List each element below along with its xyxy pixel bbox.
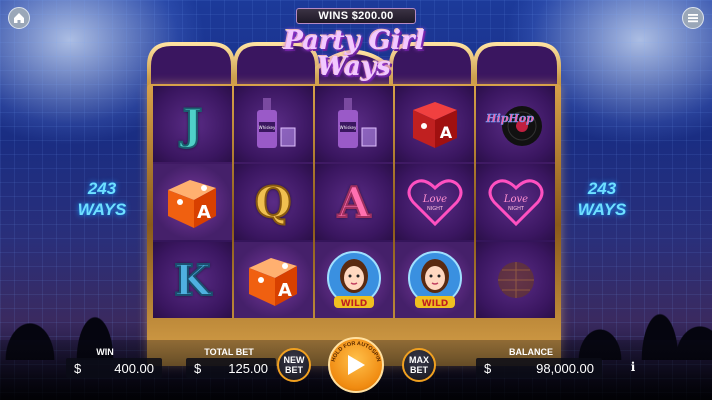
heart-text: Love (422, 194, 447, 205)
ways-count: 243 (587, 179, 617, 198)
symbol-a: A (314, 164, 394, 240)
dice-letter: A (440, 123, 453, 142)
slot-machine: J A K Whiskey Q A Whiskey A WILD A Love … (147, 28, 561, 366)
new-bet-button[interactable]: NEW BET (277, 348, 311, 382)
reel-4: A Love NIGHT WILD (395, 86, 475, 318)
reel-1: J A K (153, 86, 232, 318)
wins-display: WINS $200.00 (296, 8, 416, 24)
svg-text:HOLD FOR AUTOSPIN: HOLD FOR AUTOSPIN (331, 341, 382, 363)
vinyl-label: HipHop (485, 112, 534, 125)
game-title: Party Girl Ways (247, 28, 461, 98)
dice-icon: A (249, 258, 298, 306)
new-bet-line-2: BET (285, 365, 303, 375)
home-icon (14, 13, 24, 23)
bottle-icon: Whiskey (257, 98, 296, 148)
reel-3: Whiskey A WILD (314, 86, 394, 318)
balance-label: BALANCE (509, 347, 553, 357)
symbol-q: Q (233, 164, 313, 240)
ways-badge-right: 243 WAYS (570, 178, 634, 220)
heart-icon: Love NIGHT (488, 179, 544, 227)
heart-text: Love (502, 194, 527, 205)
balance-display: $ 98,000.00 (476, 358, 602, 378)
info-button[interactable]: i (626, 360, 640, 374)
balance-value: 98,000.00 (536, 360, 594, 376)
symbol-dice: A (233, 242, 313, 318)
dice-icon: A (412, 102, 457, 148)
hold-autospin-label: HOLD FOR AUTOSPIN (331, 341, 382, 363)
ways-count: 243 (87, 179, 117, 198)
symbol-heart: Love NIGHT (476, 164, 555, 240)
bottle-label: Whiskey (259, 125, 276, 130)
vinyl-record-icon: HipHop (484, 106, 542, 146)
win-display: $ 400.00 (66, 358, 162, 378)
total-bet-display: $ 125.00 (186, 358, 276, 378)
symbol-j-label: J (181, 99, 203, 150)
wild-girl-icon: WILD (326, 251, 381, 309)
new-bet-line-1: NEW (283, 355, 305, 365)
menu-icon (688, 14, 698, 23)
win-value: 400.00 (114, 360, 154, 376)
bottle-icon: Whiskey (337, 98, 377, 148)
symbol-j: J (153, 86, 232, 162)
symbol-wild: WILD (314, 242, 394, 318)
menu-button[interactable] (682, 7, 704, 29)
wild-girl-icon: WILD (407, 251, 462, 309)
symbol-disco (476, 242, 555, 318)
symbol-vinyl: HipHop (476, 86, 555, 162)
home-button[interactable] (8, 7, 30, 29)
heart-icon: Love NIGHT (407, 179, 463, 227)
symbol-dice: A (153, 164, 232, 240)
max-bet-line-1: MAX (409, 355, 429, 365)
ways-text: WAYS (77, 200, 127, 219)
bottle-label: Whiskey (340, 125, 357, 130)
dice-letter: A (278, 280, 292, 301)
symbol-q-label: Q (254, 177, 293, 228)
reel-2: Whiskey Q A (233, 86, 313, 318)
symbol-a-label: A (337, 177, 372, 228)
balance-currency: $ (484, 360, 492, 376)
reel-5: HipHop Love NIGHT (476, 86, 555, 318)
dice-letter: A (197, 202, 211, 223)
max-bet-button[interactable]: MAX BET (402, 348, 436, 382)
bet-value: 125.00 (228, 360, 268, 376)
disco-ball-icon (497, 262, 534, 298)
dice-icon: A (168, 180, 217, 228)
wild-label: WILD (341, 299, 367, 309)
wild-label: WILD (422, 299, 448, 309)
hold-text: HOLD FOR AUTOSPIN (331, 341, 382, 363)
symbol-heart: Love NIGHT (395, 164, 475, 240)
win-currency: $ (74, 360, 82, 376)
symbol-k: K (153, 242, 232, 318)
heart-subtext: NIGHT (508, 206, 525, 212)
title-line-2: Ways (317, 52, 391, 82)
symbol-wild: WILD (395, 242, 475, 318)
symbol-k-label: K (173, 255, 211, 306)
reel-grid: J A K Whiskey Q A Whiskey A WILD A Love … (153, 86, 555, 318)
max-bet-line-2: BET (410, 365, 428, 375)
bet-currency: $ (194, 360, 202, 376)
ways-text: WAYS (577, 200, 627, 219)
info-icon: i (630, 360, 636, 374)
ways-badge-left: 243 WAYS (70, 178, 134, 220)
total-bet-label: TOTAL BET (204, 347, 254, 357)
win-label: WIN (96, 347, 114, 357)
heart-subtext: NIGHT (427, 206, 444, 212)
